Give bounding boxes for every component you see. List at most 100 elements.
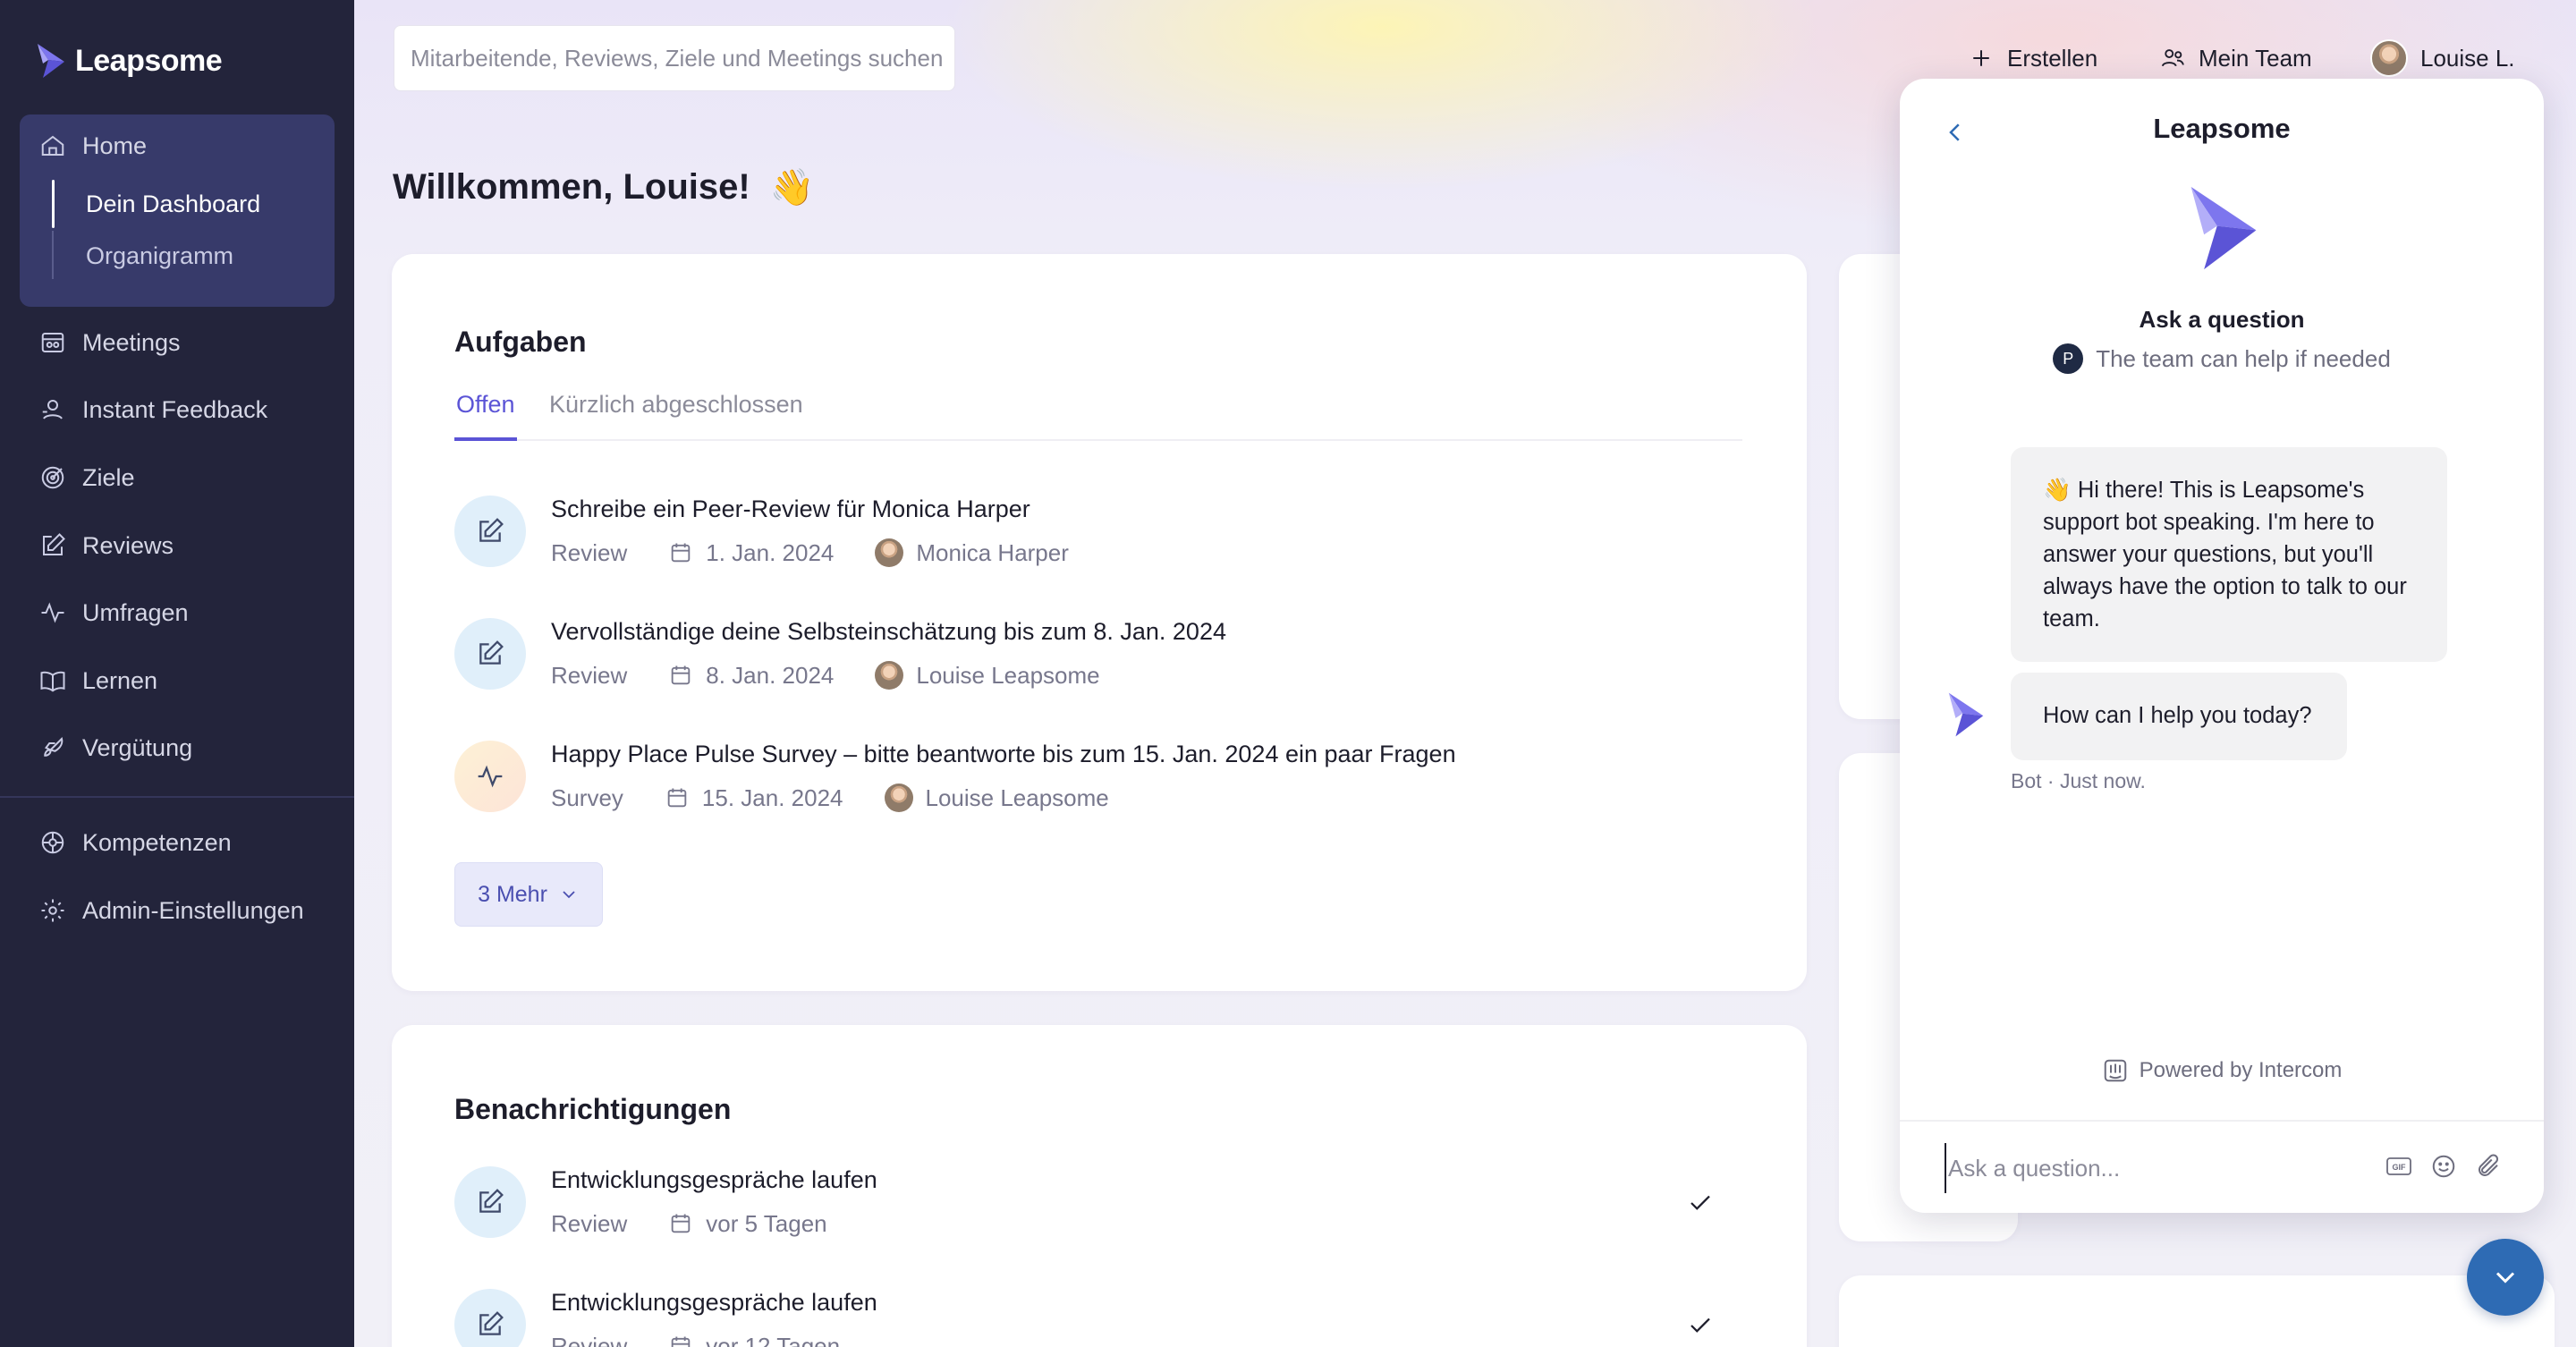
sidebar-item-label: Instant Feedback <box>82 395 268 423</box>
bot-avatar-icon <box>1948 692 1984 737</box>
notification-meta: Review vor 12 Tagen <box>551 1330 840 1347</box>
task-item[interactable]: Schreibe ein Peer-Review für Monica Harp… <box>454 496 1742 585</box>
sidebar-item-admin-einstellungen[interactable]: Admin-Einstellungen <box>39 891 304 930</box>
edit-icon <box>479 1311 504 1335</box>
app-name: Leapsome <box>75 43 223 78</box>
side-card <box>1839 1275 2555 1347</box>
notification-type: Review <box>551 1209 628 1237</box>
sidebar-item-lernen[interactable]: Lernen <box>39 661 157 700</box>
notification-item[interactable]: Entwicklungsgespräche laufen Review vor … <box>454 1166 1742 1256</box>
task-item[interactable]: Vervollständige deine Selbsteinschätzung… <box>454 618 1742 707</box>
attach-button[interactable] <box>2472 1150 2504 1182</box>
powered-by-label: Powered by Intercom <box>2139 1058 2343 1082</box>
notification-date: vor 12 Tagen <box>706 1332 841 1347</box>
plus-icon <box>1973 50 1989 66</box>
sidebar-item-ziele[interactable]: Ziele <box>39 458 135 497</box>
tab-offen[interactable]: Offen <box>454 391 517 441</box>
task-person: Monica Harper <box>916 538 1069 566</box>
user-menu-button[interactable]: Louise L. <box>2370 36 2515 80</box>
gif-button[interactable]: GIF <box>2383 1150 2415 1182</box>
sidebar-item-kompetenzen[interactable]: Kompetenzen <box>39 823 232 862</box>
tasks-tabs: Offen Kürzlich abgeschlossen <box>454 391 1742 441</box>
calendar-icon <box>667 788 687 808</box>
check-icon[interactable] <box>1687 1190 1714 1216</box>
notification-meta: Review vor 5 Tagen <box>551 1207 827 1240</box>
sidebar-subitem-organigramm[interactable]: Organigramm <box>86 238 233 274</box>
calendar-icon <box>671 1336 691 1347</box>
sidebar-item-instant-feedback[interactable]: Instant Feedback <box>39 390 267 429</box>
book-icon <box>40 671 65 692</box>
notification-item[interactable]: Entwicklungsgespräche laufen Review vor … <box>454 1289 1742 1347</box>
avatar <box>884 784 913 812</box>
notification-title[interactable]: Entwicklungsgespräche laufen <box>551 1166 877 1194</box>
sidebar-item-label: Reviews <box>82 531 174 559</box>
emoji-button[interactable] <box>2428 1150 2460 1182</box>
check-icon[interactable] <box>1687 1312 1714 1339</box>
chevron-down-icon <box>2496 1272 2515 1283</box>
task-date: 1. Jan. 2024 <box>706 538 835 566</box>
pulse-icon <box>41 602 64 623</box>
task-type-badge <box>454 741 526 812</box>
task-item[interactable]: Happy Place Pulse Survey – bitte beantwo… <box>454 741 1742 830</box>
notification-type: Review <box>551 1332 628 1347</box>
show-more-button[interactable]: 3 Mehr <box>454 862 603 927</box>
sidebar-divider <box>0 796 354 798</box>
subnav-line <box>52 231 54 279</box>
create-button[interactable]: Erstellen <box>1968 36 2097 80</box>
leapsome-logo-icon <box>38 44 64 78</box>
chat-message-input[interactable] <box>1945 1143 2356 1193</box>
app-logo[interactable]: Leapsome <box>36 39 223 82</box>
page-title: Willkommen, Louise! 👋 <box>393 166 815 208</box>
show-more-label: 3 Mehr <box>478 881 547 907</box>
task-type: Review <box>551 538 628 566</box>
sidebar-subitem-dashboard[interactable]: Dein Dashboard <box>86 186 260 222</box>
sidebar: Leapsome Home Dein Dashboard Organigramm… <box>0 0 354 1347</box>
task-title[interactable]: Schreibe ein Peer-Review für Monica Harp… <box>551 496 1030 523</box>
sidebar-item-meetings[interactable]: Meetings <box>39 323 181 362</box>
rocket-icon <box>44 737 64 757</box>
sidebar-item-home[interactable]: Home <box>39 126 147 165</box>
notification-date: vor 5 Tagen <box>706 1209 827 1237</box>
my-team-button[interactable]: Mein Team <box>2159 36 2312 80</box>
powered-by[interactable]: Powered by Intercom <box>1900 1057 2544 1084</box>
gif-icon: GIF <box>2386 1157 2411 1175</box>
sidebar-item-label: Umfragen <box>82 598 189 626</box>
avatar <box>875 538 904 567</box>
avatar <box>2370 39 2408 77</box>
task-type: Review <box>551 661 628 689</box>
pulse-icon <box>478 765 503 788</box>
sidebar-item-verguetung[interactable]: Vergütung <box>39 728 192 767</box>
edit-icon <box>43 533 65 555</box>
wave-emoji: 👋 <box>769 168 815 208</box>
message-meta: Bot · Just now. <box>2011 769 2146 792</box>
task-date: 15. Jan. 2024 <box>701 784 843 811</box>
notification-title[interactable]: Entwicklungsgespräche laufen <box>551 1289 877 1317</box>
notification-type-badge <box>454 1289 526 1347</box>
team-icon <box>2161 49 2184 67</box>
bot-message: 👋 Hi there! This is Leapsome's support b… <box>2011 447 2447 662</box>
notification-type-badge <box>454 1166 526 1238</box>
sidebar-item-umfragen[interactable]: Umfragen <box>39 593 189 632</box>
edit-icon <box>479 640 504 665</box>
calendar-icon <box>671 665 691 685</box>
tab-recently-completed[interactable]: Kürzlich abgeschlossen <box>549 391 803 441</box>
task-title[interactable]: Happy Place Pulse Survey – bitte beantwo… <box>551 741 1456 768</box>
avatar <box>875 661 904 690</box>
gif-label: GIF <box>2393 1163 2407 1172</box>
team-help-text: The team can help if needed <box>2096 344 2391 372</box>
search-input[interactable]: Mitarbeitende, Reviews, Ziele und Meetin… <box>394 25 955 91</box>
task-type-badge <box>454 496 526 567</box>
active-indicator <box>52 180 55 228</box>
sidebar-item-label: Ziele <box>82 463 135 491</box>
tasks-card: Aufgaben Offen Kürzlich abgeschlossen Sc… <box>392 254 1807 991</box>
team-label: Mein Team <box>2199 44 2312 72</box>
sidebar-item-reviews[interactable]: Reviews <box>39 526 174 565</box>
sidebar-item-label: Kompetenzen <box>82 828 232 856</box>
chat-toggle-button[interactable] <box>2467 1239 2544 1316</box>
sidebar-item-label: Home <box>82 131 148 159</box>
gear-icon <box>41 899 64 922</box>
task-meta: Review 8. Jan. 2024 Louise Leapsome <box>551 659 1100 691</box>
edit-icon <box>479 518 504 542</box>
divider <box>1900 1120 2544 1122</box>
task-title[interactable]: Vervollständige deine Selbsteinschätzung… <box>551 618 1226 646</box>
